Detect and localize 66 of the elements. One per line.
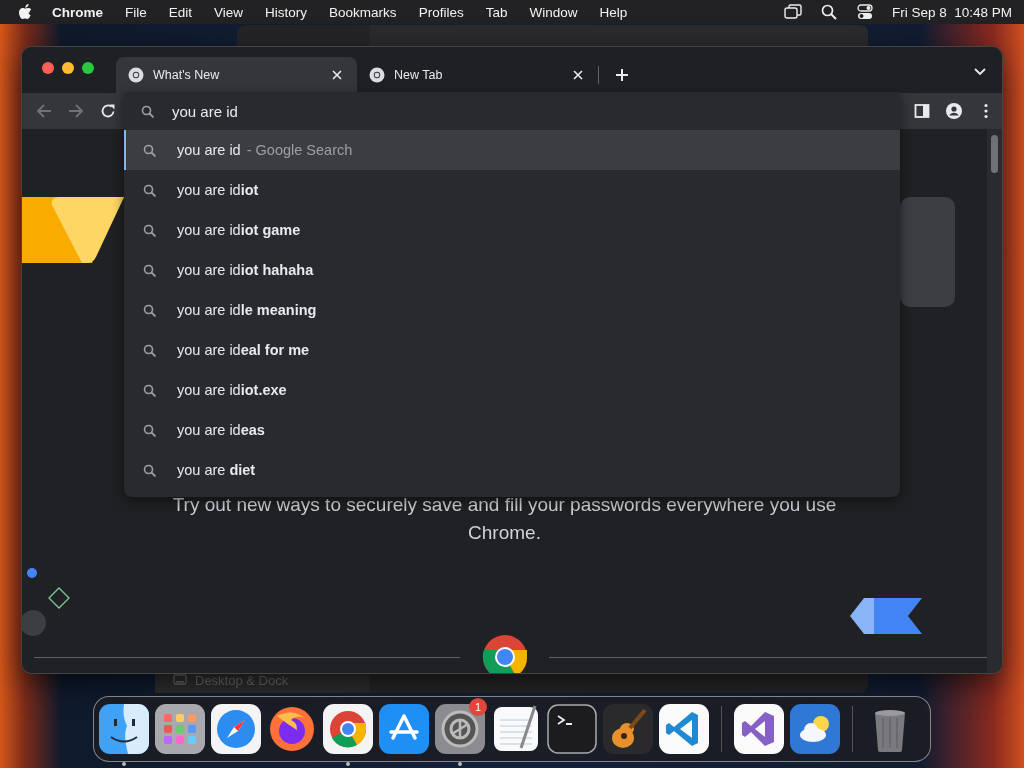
app-menu[interactable]: Chrome [52,4,103,20]
suggestion-item[interactable]: you are id - Google Search [124,130,900,170]
ribbon-arrow-drawing [850,598,922,634]
menu-item[interactable]: Tab [485,4,508,20]
menu-item[interactable]: History [265,4,308,20]
suggestion-item[interactable]: you are idiot [124,170,900,210]
terminal-icon[interactable] [547,704,597,754]
notepad-pen-icon[interactable] [491,704,541,754]
sun-cloud-icon[interactable] [790,704,840,754]
forward-icon[interactable] [68,103,84,119]
gear-icon[interactable] [435,704,485,754]
body-text: Try out new ways to securely save and fill your passwords everywhere you use Chrome. [171,493,838,545]
code-editor-icon[interactable] [659,704,709,754]
guitar-icon[interactable] [603,704,653,754]
clock-text[interactable]: Fri Sep 8 10:48 PM [891,4,1012,20]
search-icon [143,343,156,357]
new-tab-icon[interactable] [615,68,629,82]
search-icon [143,183,156,197]
search-icon [143,423,156,437]
address-field[interactable]: you are id [172,102,672,120]
suggestion-item[interactable]: you are idiot.exe [124,370,900,410]
code-editor-icon[interactable] [734,704,784,754]
search-icon [143,143,156,157]
zoom-button[interactable] [82,62,94,74]
scroll-thumb[interactable] [991,135,998,173]
fox-globe-icon[interactable] [267,704,317,754]
suggestion-item[interactable]: you are idiot game [124,210,900,250]
close-button[interactable] [42,62,54,74]
menu-item[interactable]: Edit [168,4,193,20]
suggestion-item[interactable]: you are ideas [124,410,900,450]
search-icon [143,383,156,397]
browser-tab[interactable]: What's New [116,57,357,93]
search-icon [143,223,156,237]
window-stack-icon[interactable] [783,4,802,20]
chevron-down-icon[interactable] [974,68,986,76]
menu-item[interactable]: Help [599,4,628,20]
menu-item[interactable]: File [125,4,147,20]
dot-icon [27,568,37,578]
toggle-switch-icon[interactable] [855,4,874,20]
compass-icon[interactable] [211,704,261,754]
display-icon [173,674,187,686]
search-icon [143,463,156,477]
minimize-button[interactable] [62,62,74,74]
suggestion-item[interactable]: you are idle meaning [124,290,900,330]
side-panel-icon[interactable] [914,103,930,119]
search-icon [143,263,156,277]
notification-badge: 1 [469,698,487,716]
profile-icon[interactable] [946,103,962,119]
suggestion-item[interactable]: you are diet [124,450,900,490]
menu-item[interactable]: Window [529,4,578,20]
search-icon [141,104,154,118]
menu-item[interactable]: Bookmarks [329,4,397,20]
search-icon[interactable] [819,4,838,20]
app-store-icon[interactable] [379,704,429,754]
menu-item[interactable]: Profiles [418,4,464,20]
reload-icon[interactable] [100,103,116,119]
smiling-face-icon[interactable] [99,704,149,754]
suggestion-item[interactable]: you are idiot hahaha [124,250,900,290]
suggestion-item[interactable]: you are ideal for me [124,330,900,370]
apple-logo-icon[interactable] [18,4,32,20]
search-icon [143,303,156,317]
diamond-icon [47,586,71,610]
back-icon[interactable] [36,103,52,119]
app-grid-icon[interactable] [155,704,205,754]
scroll-bar[interactable] [987,129,1002,673]
menu-item[interactable]: View [214,4,244,20]
